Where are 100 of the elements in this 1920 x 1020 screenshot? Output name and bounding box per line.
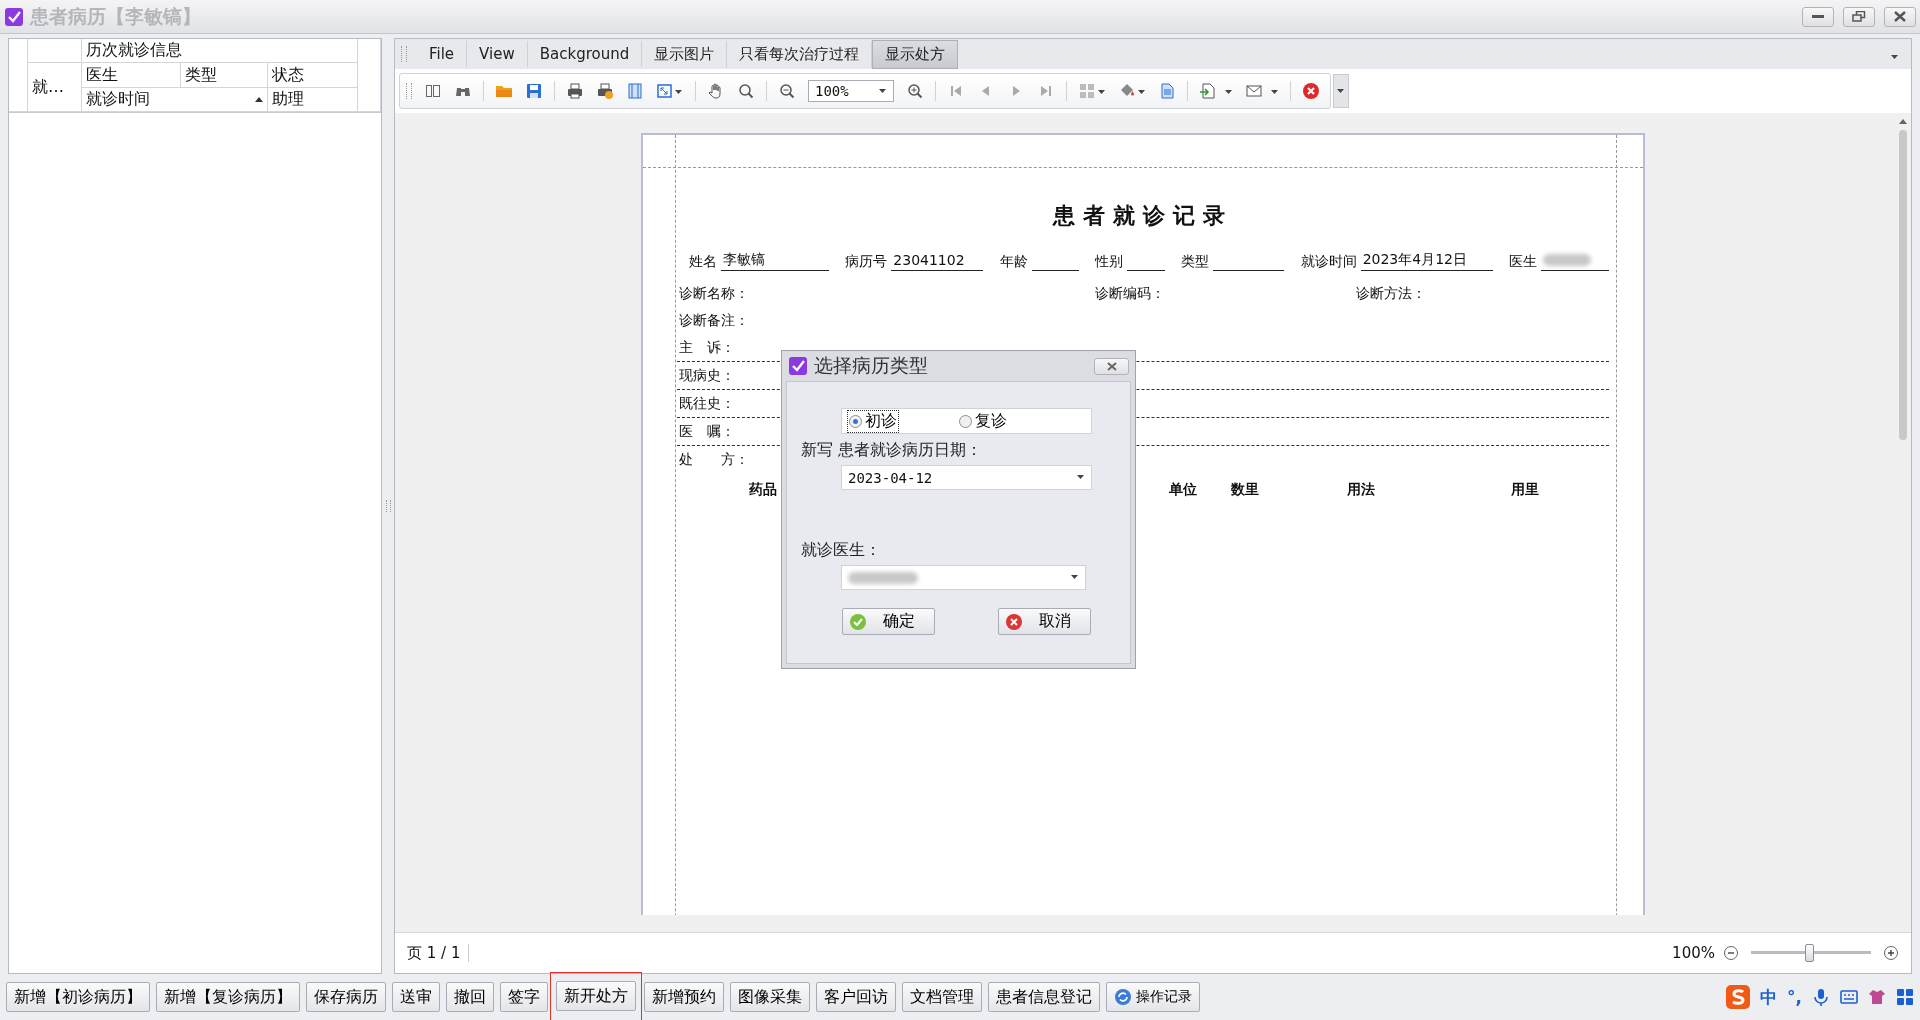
page-indicator: 页 1 / 1 — [407, 943, 461, 963]
action-button[interactable]: 文档管理 — [902, 982, 982, 1012]
zoom-in-icon — [906, 82, 924, 100]
field-label: 诊断名称： — [679, 285, 750, 303]
close-icon — [1302, 82, 1320, 100]
input-method-logo-icon[interactable] — [1726, 985, 1751, 1009]
field-value: 23041102 — [891, 249, 984, 271]
zoom-out-icon — [1723, 945, 1739, 961]
action-button[interactable]: 保存病历 — [306, 982, 386, 1012]
zoom-out-icon — [778, 82, 796, 100]
radio-option[interactable]: 初诊 — [848, 410, 898, 432]
column-header: 单位 — [1169, 481, 1197, 497]
field-label: 诊断方法： — [1356, 285, 1427, 303]
field-value: 2023年4月12日 — [1360, 249, 1493, 271]
caret-icon[interactable] — [1891, 54, 1899, 60]
splitter-grip[interactable] — [385, 500, 391, 512]
minimize-icon — [1812, 15, 1824, 18]
panel-icon — [424, 82, 442, 100]
scroll-up-icon[interactable] — [1898, 119, 1907, 124]
caret-icon — [879, 88, 887, 94]
keyboard-icon[interactable] — [1840, 988, 1858, 1006]
menu-tab[interactable]: View — [467, 41, 528, 67]
menu-tab[interactable]: 显示图片 — [642, 40, 728, 68]
dialog-icon — [788, 356, 808, 376]
field-label: 就诊时间 — [1300, 253, 1357, 271]
restore-icon — [1852, 11, 1866, 22]
caret-icon — [1337, 88, 1345, 94]
toolbar-overflow-button[interactable] — [1333, 74, 1349, 108]
page-setup-icon — [626, 82, 644, 100]
menu-tab[interactable]: File — [417, 41, 468, 67]
section-label: 现病史： — [679, 366, 735, 385]
quick-print-icon — [596, 82, 614, 100]
field-label: 医生 — [1508, 253, 1537, 271]
close-icon — [1893, 11, 1907, 22]
doctor-label: 就诊医生： — [801, 540, 882, 561]
column-header[interactable]: 助理 — [268, 88, 358, 112]
action-button[interactable]: 操作记录 — [1106, 982, 1200, 1012]
action-button[interactable]: 客户回访 — [816, 982, 896, 1012]
zoom-in-button[interactable] — [1883, 945, 1899, 961]
date-picker[interactable]: 2023-04-12 — [841, 465, 1092, 490]
app-icon — [4, 6, 24, 27]
envelope-icon — [1245, 82, 1279, 100]
grid-icon[interactable] — [1896, 988, 1914, 1006]
dialog-title: 选择病历类型 — [814, 353, 928, 378]
field-label: 姓名 — [689, 253, 717, 271]
menu-tab[interactable]: 显示处方 — [872, 39, 959, 69]
zoom-level: 100% — [1672, 944, 1715, 962]
field-value: 李敏镐 — [721, 249, 829, 271]
cancel-button[interactable]: 取消 — [998, 608, 1091, 635]
shirt-icon[interactable] — [1868, 988, 1886, 1006]
minimize-button[interactable] — [1802, 6, 1834, 27]
caret-icon — [1071, 575, 1079, 580]
radio-option[interactable]: 复诊 — [958, 410, 1008, 432]
column-header: 数里 — [1231, 481, 1259, 497]
input-mode[interactable]: 中 — [1760, 985, 1778, 1009]
action-button[interactable]: 新增预约 — [644, 982, 724, 1012]
zoom-combobox[interactable]: 100% — [808, 80, 894, 102]
document-title: 患者就诊记录 — [1051, 202, 1234, 230]
menu-tab[interactable]: Background — [527, 41, 643, 67]
multi-page-icon — [1078, 82, 1106, 100]
check-icon — [849, 612, 867, 631]
column-header[interactable]: 状态 — [268, 63, 358, 88]
section-label: 主 诉： — [679, 338, 735, 357]
magnifier-icon — [737, 82, 755, 100]
column-header[interactable]: 就… — [28, 63, 82, 112]
scrollbar-thumb[interactable] — [1898, 130, 1907, 440]
column-header: 药品 — [749, 481, 777, 497]
export-icon — [1199, 82, 1233, 100]
zoom-out-button[interactable] — [1723, 945, 1739, 961]
field-label: 类型 — [1181, 253, 1210, 271]
column-header[interactable]: 就诊时间 — [82, 88, 268, 112]
close-icon — [1105, 361, 1118, 371]
action-button[interactable]: 患者信息登记 — [988, 982, 1100, 1012]
action-button[interactable]: 签字 — [500, 982, 548, 1012]
field-label: 年龄 — [999, 253, 1028, 271]
section-label: 处 方： — [679, 450, 749, 469]
field-label: 病历号 — [845, 253, 888, 271]
action-button[interactable]: 撤回 — [446, 982, 494, 1012]
column-header[interactable]: 医生 — [82, 63, 181, 88]
date-label: 新写 患者就诊病历日期： — [801, 440, 984, 461]
column-header[interactable]: 类型 — [181, 63, 268, 88]
restore-button[interactable] — [1843, 6, 1875, 27]
field-label: 诊断编码： — [1095, 285, 1166, 303]
caret-icon — [1077, 475, 1085, 480]
column-group-header: 历次就诊信息 — [82, 39, 358, 63]
punctuation-mode[interactable]: °, — [1787, 987, 1802, 1007]
ok-button[interactable]: 确定 — [842, 608, 935, 635]
window-title: 患者病历【李敏镐】 — [30, 3, 201, 29]
action-button[interactable]: 新增【复诊病历】 — [156, 982, 300, 1012]
action-button[interactable]: 图像采集 — [730, 982, 810, 1012]
action-button[interactable]: 新增【初诊病历】 — [6, 982, 150, 1012]
action-button[interactable]: 新开处方 — [556, 981, 636, 1011]
action-button[interactable]: 送审 — [392, 982, 440, 1012]
column-header: 用里 — [1511, 481, 1539, 497]
close-button[interactable] — [1094, 357, 1129, 375]
slider-thumb[interactable] — [1804, 944, 1814, 962]
column-header: 用法 — [1347, 481, 1375, 497]
close-button[interactable] — [1884, 6, 1916, 27]
document-icon — [1158, 82, 1176, 100]
microphone-icon[interactable] — [1812, 988, 1830, 1006]
